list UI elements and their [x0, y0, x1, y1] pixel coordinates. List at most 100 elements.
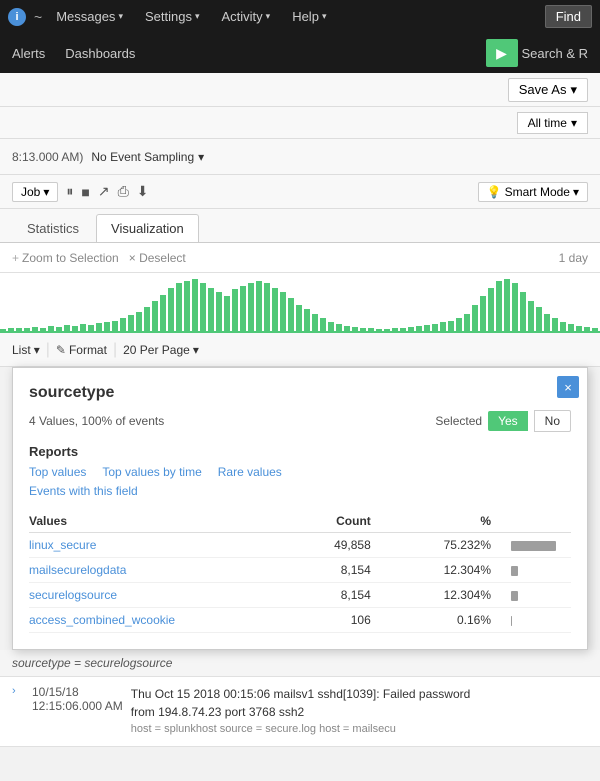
chart-bar — [224, 296, 230, 331]
chart-bar — [8, 328, 14, 331]
zoom-bar: + Zoom to Selection × Deselect 1 day — [0, 243, 600, 273]
chart-bar — [336, 324, 342, 331]
nav-messages[interactable]: Messages ▾ — [48, 9, 131, 24]
chart-bar — [304, 309, 310, 331]
chart-bar — [488, 288, 494, 331]
top-values-by-time-link[interactable]: Top values by time — [102, 465, 201, 479]
chevron-down-icon: ▾ — [266, 11, 271, 22]
chevron-down-icon: ▾ — [34, 343, 40, 357]
chevron-down-icon: ▾ — [570, 82, 577, 98]
chart-bar — [480, 296, 486, 331]
chart-bar — [472, 305, 478, 331]
expand-icon[interactable]: › — [12, 685, 24, 738]
chart-bar — [280, 292, 286, 331]
list-button[interactable]: List ▾ — [12, 343, 40, 357]
info-icon[interactable]: i — [8, 8, 26, 26]
share-icon[interactable]: ↗ — [98, 183, 110, 200]
nav-dashboards[interactable]: Dashboards — [65, 46, 135, 61]
chart-bar — [264, 283, 270, 331]
tab-statistics[interactable]: Statistics — [12, 214, 94, 242]
reports-section: Reports Top values Top values by time Ra… — [29, 444, 571, 498]
chart-bar — [384, 329, 390, 331]
chart-bar — [32, 327, 38, 331]
chart-bar — [72, 326, 78, 331]
close-button[interactable]: × — [557, 376, 579, 398]
nav-settings[interactable]: Settings ▾ — [137, 9, 208, 24]
value-cell[interactable]: linux_secure — [29, 533, 290, 558]
chart-bar — [112, 321, 118, 331]
chart-bar — [552, 318, 558, 331]
event-sampling-button[interactable]: No Event Sampling ▾ — [91, 150, 204, 164]
table-row: mailsecurelogdata 8,154 12.304% — [29, 558, 571, 583]
nav-alerts[interactable]: Alerts — [12, 46, 45, 61]
events-with-field-link[interactable]: Events with this field — [29, 484, 138, 498]
chart-bar — [120, 318, 126, 331]
print-icon[interactable]: ⎙ — [118, 183, 129, 200]
tab-visualization[interactable]: Visualization — [96, 214, 199, 242]
chart-bar — [512, 283, 518, 331]
count-cell: 8,154 — [290, 558, 391, 583]
sourcetype-popup: × sourcetype 4 Values, 100% of events Se… — [12, 367, 588, 650]
top-values-link[interactable]: Top values — [29, 465, 86, 479]
chart-bar — [104, 322, 110, 331]
content-area: sourcetype = securelogsource › 10/15/18 … — [0, 650, 600, 747]
chart-bar — [568, 324, 574, 331]
chevron-down-icon: ▾ — [198, 150, 204, 164]
nav-activity[interactable]: Activity ▾ — [213, 9, 278, 24]
selected-label: Selected — [435, 414, 482, 428]
edit-icon: ✎ — [56, 343, 66, 357]
export-icon[interactable]: ⬇ — [137, 183, 149, 200]
log-message: Thu Oct 15 2018 00:15:06 mailsv1 sshd[10… — [131, 685, 588, 738]
chevron-down-icon: ▾ — [573, 185, 579, 199]
popup-subtitle: 4 Values, 100% of events Selected Yes No — [29, 410, 571, 432]
chart-bar — [496, 281, 502, 331]
deselect-button[interactable]: × Deselect — [129, 251, 186, 265]
job-button[interactable]: Job ▾ — [12, 182, 58, 202]
chart-bar — [64, 325, 70, 331]
chart-bar — [168, 288, 174, 331]
smart-mode-button[interactable]: 💡 Smart Mode ▾ — [478, 182, 588, 202]
chart-bar — [320, 318, 326, 331]
chevron-down-icon: ▾ — [43, 185, 49, 199]
zoom-to-selection-button[interactable]: + Zoom to Selection — [12, 251, 119, 265]
chart-bar — [152, 301, 158, 331]
log-date-time: 10/15/18 12:15:06.000 AM — [32, 685, 123, 738]
save-as-button[interactable]: Save As ▾ — [508, 78, 588, 102]
wave-icon: ~ — [34, 9, 42, 25]
table-row: securelogsource 8,154 12.304% — [29, 583, 571, 608]
nav-help[interactable]: Help ▾ — [284, 9, 334, 24]
time-range-button[interactable]: All time ▾ — [517, 112, 588, 134]
search-button[interactable]: ▶ — [486, 39, 518, 67]
no-button[interactable]: No — [534, 410, 571, 432]
log-date: 10/15/18 — [32, 685, 123, 699]
find-button[interactable]: Find — [545, 5, 592, 28]
chart-bar — [504, 279, 510, 331]
value-cell[interactable]: mailsecurelogdata — [29, 558, 290, 583]
pause-icon[interactable]: ⏸ — [66, 183, 73, 200]
table-row: linux_secure 49,858 75.232% — [29, 533, 571, 558]
chart-bar — [448, 321, 454, 331]
chart-bar — [272, 288, 278, 331]
filter-text: sourcetype = securelogsource — [0, 650, 600, 677]
play-icon: ▶ — [496, 45, 507, 62]
chart-bar — [456, 318, 462, 331]
chart-bar — [440, 322, 446, 331]
chart-bar — [216, 292, 222, 331]
stop-icon[interactable]: ■ — [81, 184, 89, 200]
chart-bar — [80, 324, 86, 331]
chart-bar — [40, 328, 46, 331]
chart-bar — [16, 328, 22, 331]
chart-bar — [416, 326, 422, 331]
value-cell[interactable]: access_combined_wcookie — [29, 608, 290, 633]
popup-overlay: × sourcetype 4 Values, 100% of events Se… — [0, 367, 600, 650]
chart-bar — [464, 314, 470, 331]
rare-values-link[interactable]: Rare values — [218, 465, 282, 479]
save-bar: Save As ▾ — [0, 73, 600, 107]
format-button[interactable]: ✎ Format — [56, 343, 107, 357]
per-page-button[interactable]: 20 Per Page ▾ — [123, 343, 199, 357]
chart-bar — [192, 279, 198, 331]
yes-button[interactable]: Yes — [488, 411, 528, 431]
chart-bar — [520, 292, 526, 331]
chart-bar — [536, 307, 542, 331]
value-cell[interactable]: securelogsource — [29, 583, 290, 608]
